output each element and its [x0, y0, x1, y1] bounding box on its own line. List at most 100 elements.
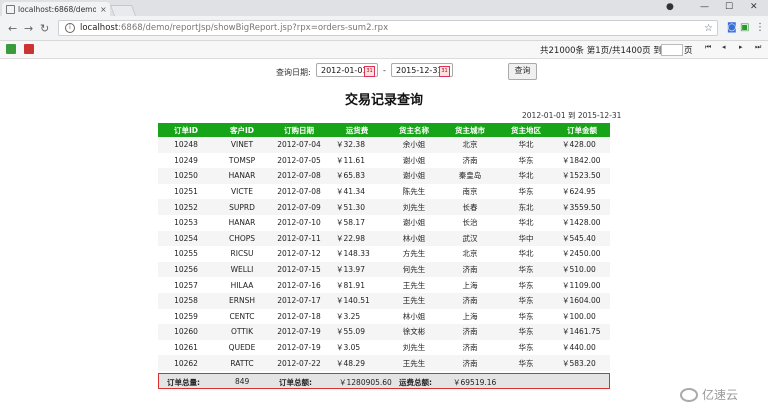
table-header: 订单ID 客户ID 订购日期 运货费 货主名称 货主城市 货主地区 订单金额	[158, 123, 610, 137]
table-cell: HANAR	[214, 168, 270, 184]
table-cell: ￥510.00	[554, 261, 610, 278]
close-window-icon[interactable]: ✕	[750, 2, 758, 12]
table-cell: CHOPS	[214, 230, 270, 247]
table-cell: 王先生	[386, 355, 442, 371]
tab-strip: localhost:6868/demo/r × ● — ☐ ✕	[0, 0, 768, 16]
table-cell: ERNSH	[214, 292, 270, 309]
page-number-input[interactable]	[661, 44, 683, 56]
next-page-icon[interactable]: ▸	[739, 43, 743, 51]
browser-tab[interactable]: localhost:6868/demo/r ×	[2, 2, 110, 16]
table-cell: ￥58.17	[328, 214, 386, 231]
column-header: 货主地区	[498, 123, 554, 137]
reload-icon[interactable]: ↻	[40, 22, 49, 35]
column-header: 订单ID	[158, 123, 214, 137]
table-cell: 陈先生	[386, 183, 442, 200]
table-cell: 10248	[158, 137, 214, 153]
table-cell: 济南	[442, 324, 498, 340]
table-cell: 2012-07-08	[270, 183, 328, 200]
table-cell: VICTE	[214, 183, 270, 200]
extension-icon[interactable]: ▣	[740, 22, 749, 33]
end-date-input[interactable]: 2015-12-31 31	[391, 63, 453, 77]
close-tab-icon[interactable]: ×	[100, 5, 107, 14]
table-cell: 2012-07-19	[270, 339, 328, 356]
date-separator: -	[383, 66, 386, 75]
table-cell: ￥140.51	[328, 292, 386, 309]
start-date-input[interactable]: 2012-01-01 31	[316, 63, 378, 77]
table-cell: ￥1109.00	[554, 277, 610, 293]
table-cell: 余小姐	[386, 137, 442, 153]
account-icon[interactable]: ●	[666, 2, 674, 12]
watermark-text: 亿速云	[702, 388, 739, 402]
table-cell: ￥65.83	[328, 168, 386, 184]
summary-row: 订单总量: 849 订单总额: ￥1280905.60 运费总额: ￥69519…	[158, 373, 610, 389]
table-cell: SUPRD	[214, 199, 270, 215]
table-cell: ￥3.05	[328, 339, 386, 356]
table-cell: 华东	[498, 152, 554, 169]
table-cell: 济南	[442, 261, 498, 278]
table-cell: ￥583.20	[554, 355, 610, 371]
table-cell: 10251	[158, 183, 214, 200]
table-cell: ￥1461.75	[554, 324, 610, 340]
first-page-icon[interactable]: ⏮	[705, 43, 711, 52]
table-cell: 华东	[498, 355, 554, 371]
table-cell: 谢小姐	[386, 168, 442, 184]
table-cell: 10254	[158, 230, 214, 247]
table-cell: HANAR	[214, 214, 270, 231]
table-cell: 济南	[442, 152, 498, 169]
pdf-export-icon[interactable]	[24, 44, 34, 54]
freight-total-label: 运费总额:	[399, 378, 432, 387]
column-header: 客户ID	[214, 123, 270, 137]
table-cell: 方先生	[386, 246, 442, 262]
table-row: 10252 SUPRD 2012-07-09 ￥51.30 刘先生 长春 东北 ￥3559.5…	[158, 199, 610, 215]
table-cell: 2012-07-15	[270, 261, 328, 278]
table-cell: RATTC	[214, 355, 270, 371]
table-cell: 林小姐	[386, 308, 442, 325]
prev-page-icon[interactable]: ◂	[722, 43, 726, 51]
table-cell: ￥1842.00	[554, 152, 610, 169]
table-cell: 10249	[158, 152, 214, 169]
calendar-icon[interactable]: 31	[364, 66, 375, 77]
extension-icon[interactable]: ◙	[727, 22, 737, 33]
last-page-icon[interactable]: ⏭	[755, 43, 761, 52]
new-tab-button[interactable]	[109, 5, 137, 16]
order-count-value: 849	[235, 377, 250, 386]
table-cell: 10261	[158, 339, 214, 356]
table-cell: 华北	[498, 246, 554, 262]
forward-icon[interactable]: →	[24, 22, 33, 35]
excel-export-icon[interactable]	[6, 44, 16, 54]
info-icon[interactable]: i	[65, 23, 75, 33]
table-cell: ￥1604.00	[554, 292, 610, 309]
table-cell: CENTC	[214, 308, 270, 325]
table-row: 10253 HANAR 2012-07-10 ￥58.17 谢小姐 长治 华北 ￥1428.0…	[158, 214, 610, 231]
watermark-logo-icon	[680, 387, 698, 402]
maximize-icon[interactable]: ☐	[725, 2, 733, 12]
table-cell: 2012-07-22	[270, 355, 328, 371]
table-cell: RICSU	[214, 246, 270, 262]
table-cell: ￥11.61	[328, 152, 386, 169]
table-cell: ￥13.97	[328, 261, 386, 278]
report-toolbar: 共21000条 第1页/共1400页 到 页 ⏮ ◂ ▸ ⏭	[0, 41, 768, 59]
table-cell: 2012-07-19	[270, 324, 328, 340]
table-row: 10249 TOMSP 2012-07-05 ￥11.61 谢小姐 济南 华东 ￥1842.0…	[158, 152, 610, 169]
address-bar-row: ← → ↻ i localhost:6868/demo/reportJsp/sh…	[0, 16, 768, 41]
menu-icon[interactable]: ⋮	[755, 22, 765, 33]
url-host: localhost	[80, 23, 119, 33]
table-cell: 上海	[442, 308, 498, 325]
report-title: 交易记录查询	[344, 93, 423, 108]
url-input[interactable]: i localhost:6868/demo/reportJsp/showBigR…	[58, 20, 718, 36]
calendar-icon[interactable]: 31	[439, 66, 450, 77]
minimize-icon[interactable]: —	[700, 2, 709, 12]
query-button[interactable]: 查询	[508, 63, 537, 80]
table-cell: ￥2450.00	[554, 246, 610, 262]
table-cell: 2012-07-12	[270, 246, 328, 262]
table-row: 10256 WELLI 2012-07-15 ￥13.97 何先生 济南 华东 ￥510.00	[158, 261, 610, 278]
bookmark-star-icon[interactable]: ☆	[704, 23, 713, 34]
table-row: 10251 VICTE 2012-07-08 ￥41.34 陈先生 南京 华东 ￥624.95	[158, 183, 610, 200]
order-total-value: ￥1280905.60	[339, 378, 392, 387]
table-cell: 10257	[158, 277, 214, 293]
table-cell: 华北	[498, 137, 554, 153]
back-icon[interactable]: ←	[8, 22, 17, 35]
table-cell: ￥48.29	[328, 355, 386, 371]
table-cell: 王先生	[386, 292, 442, 309]
table-cell: 华东	[498, 261, 554, 278]
